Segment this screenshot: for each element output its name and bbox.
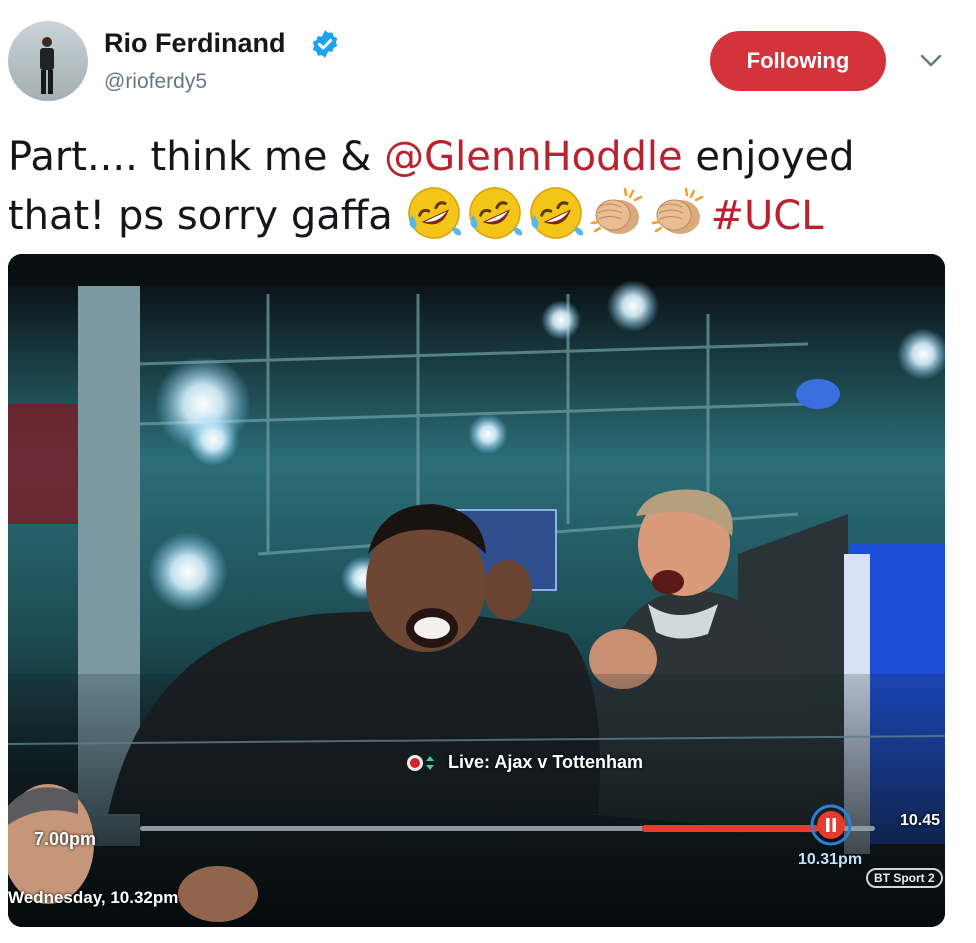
programme-end-time: 10.45 (900, 812, 941, 829)
clapping-hands-icon (590, 187, 642, 234)
following-button[interactable]: Following (710, 31, 886, 91)
avatar[interactable] (8, 21, 88, 101)
tweet-text-part: enjoyed (682, 134, 855, 180)
tweet-text-part: that! ps sorry gaffa (8, 193, 406, 239)
progress-fill (642, 825, 818, 832)
clapping-hands-icon (651, 187, 703, 234)
verified-badge-icon (312, 30, 338, 58)
current-time: 10.31pm (798, 851, 863, 868)
rolling-on-floor-laughing-icon (468, 187, 522, 239)
live-programme-label: Live: Ajax v Tottenham (448, 752, 644, 772)
pause-icon[interactable] (810, 804, 852, 846)
chevron-down-icon[interactable] (918, 52, 944, 70)
tweet-line-2: that! ps sorry gaffa #UCL (8, 185, 824, 244)
hashtag-link[interactable]: #UCL (711, 193, 824, 239)
tweet-header: Rio Ferdinand @rioferdy5 Following (0, 0, 976, 110)
display-name[interactable]: Rio Ferdinand (104, 28, 286, 59)
channel-logo: BT Sport 2 (866, 868, 943, 888)
tweet-photo[interactable]: Live: Ajax v Tottenham 7.00pm 10.45 10.3… (8, 254, 945, 927)
tweet-text-part: Part.... think me & (8, 134, 385, 180)
avatar-person-figure (40, 37, 54, 94)
live-record-icon (407, 755, 434, 771)
tweet-line-1: Part.... think me & @GlennHoddle enjoyed (8, 130, 855, 185)
mention-link[interactable]: @GlennHoddle (384, 134, 682, 180)
rolling-on-floor-laughing-icon (407, 187, 461, 239)
rolling-on-floor-laughing-icon (529, 187, 583, 239)
programme-start-time: 7.00pm (34, 829, 97, 849)
date-time-label: Wednesday, 10.32pm (8, 888, 179, 907)
user-handle[interactable]: @rioferdy5 (104, 70, 207, 94)
